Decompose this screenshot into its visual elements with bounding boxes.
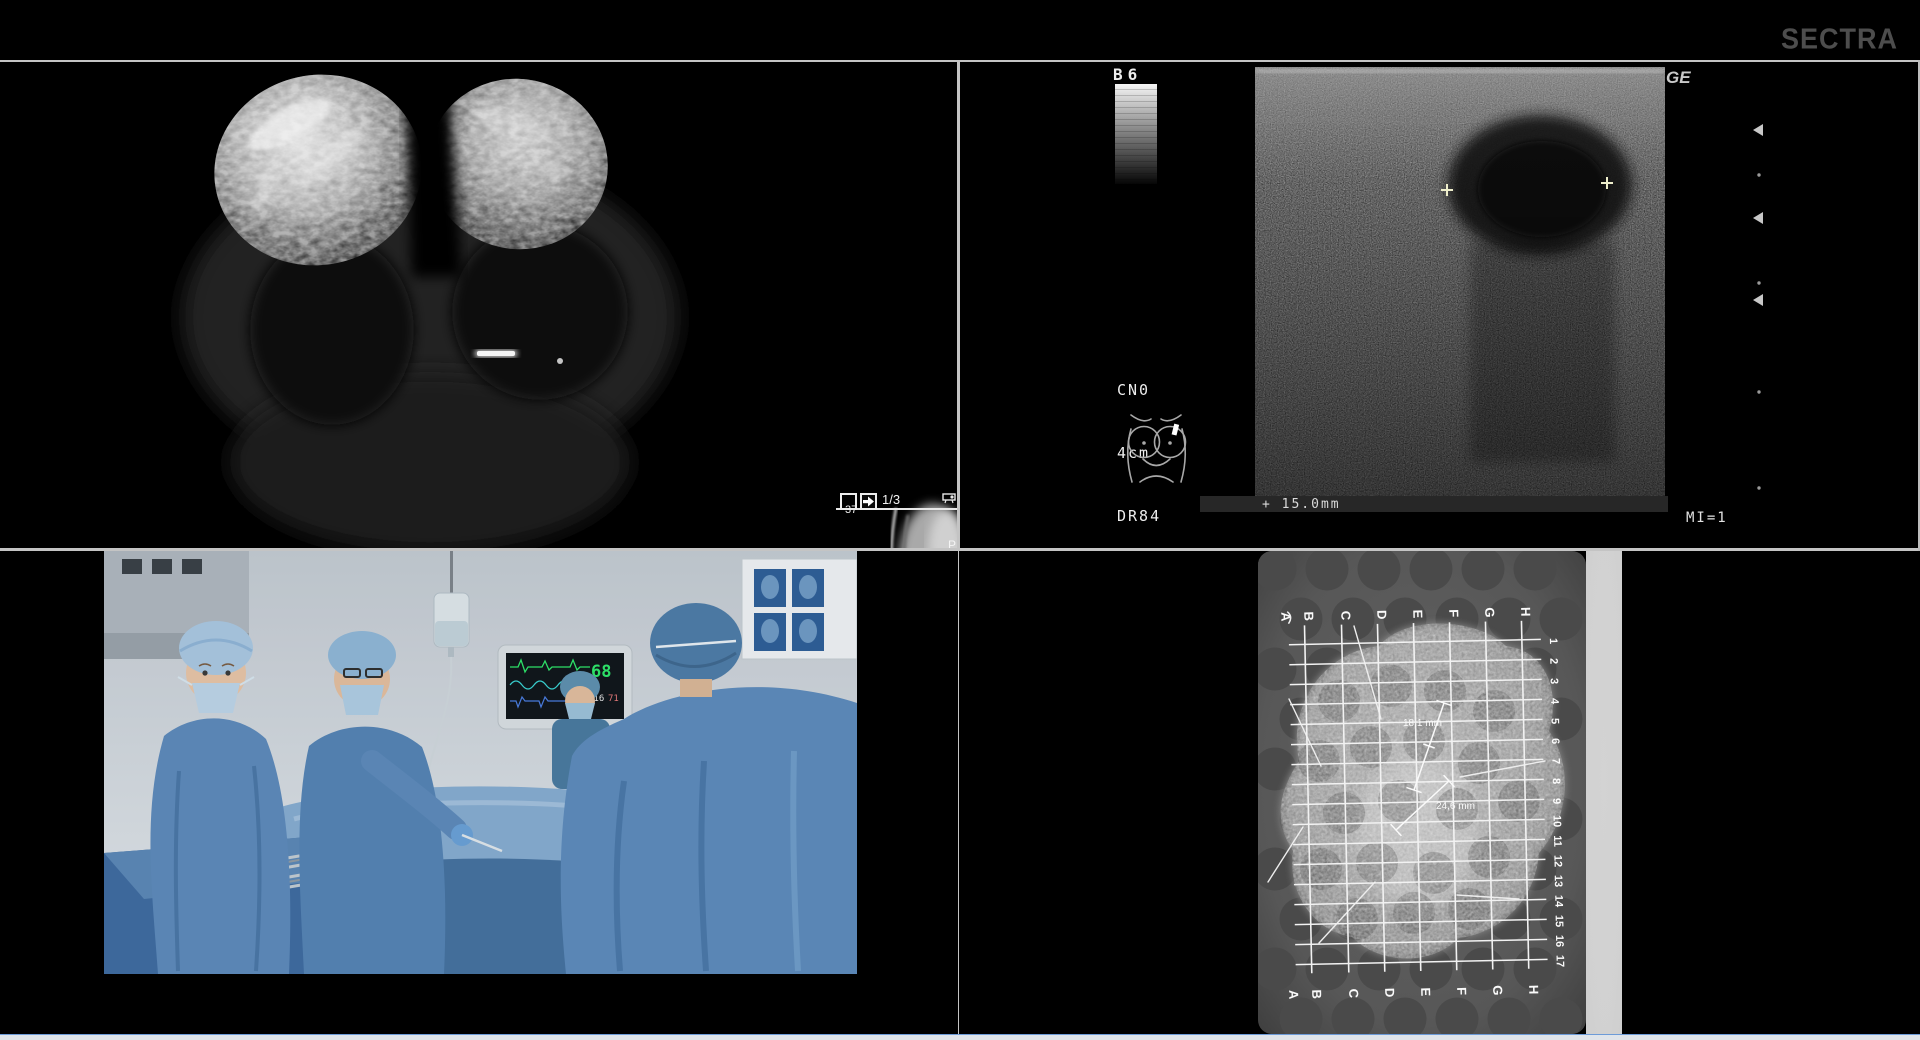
- grid-row-label: 3: [1548, 678, 1560, 684]
- top-bar: SECTRA: [0, 0, 1920, 60]
- grid-row-label: 8: [1550, 778, 1562, 784]
- grid-row-label: 5: [1549, 718, 1561, 724]
- grid-column-label: H: [1526, 985, 1541, 995]
- window-bottom-edge: [0, 1034, 1920, 1040]
- grid-column-label: E: [1418, 987, 1433, 996]
- grid-row-label: 1: [1547, 638, 1559, 644]
- grid-column-label: F: [1446, 609, 1461, 617]
- grid-row-label: 11: [1551, 835, 1563, 847]
- us-param-line: CN0: [1117, 380, 1183, 401]
- grid-column-label: D: [1382, 988, 1397, 998]
- grid-row-label: 10: [1551, 815, 1563, 827]
- us-grayscale-bar: [1115, 84, 1157, 184]
- grid-row-label: 9: [1550, 798, 1562, 804]
- depth-scale-markers: [1750, 62, 1770, 502]
- grid-row-label: 16: [1553, 935, 1565, 947]
- orientation-label-p: P: [948, 538, 956, 548]
- grid-row-label: 14: [1552, 895, 1564, 908]
- vendor-logo: GE: [1666, 68, 1691, 88]
- grid-row-label: 12: [1551, 855, 1563, 867]
- ultrasound-viewport[interactable]: B6 CN0 4cm DR84 G 42: [960, 62, 1918, 548]
- grid-column-label: A: [1286, 990, 1301, 1000]
- grid-row-label: 2: [1547, 658, 1559, 664]
- grid-column-label: E: [1410, 609, 1425, 618]
- us-depth-measurement: + 15.0mm: [1262, 497, 1341, 512]
- video-viewport[interactable]: 68 116 71: [0, 551, 958, 1034]
- us-preset-label: B6: [1113, 65, 1142, 84]
- navigator-next-button[interactable]: [860, 493, 877, 510]
- specimen-measurement-1: 18,1 mm: [1403, 718, 1442, 729]
- sectra-logo: SECTRA: [1781, 23, 1898, 56]
- grid-column-label: H: [1518, 607, 1533, 617]
- pacs-workstation: SECTRA: [0, 0, 1920, 1040]
- grid-row-label: 17: [1553, 955, 1565, 967]
- us-measurement-strip: + 15.0mm: [1200, 496, 1668, 512]
- mri-viewport[interactable]: 1/3 37 P F: [0, 62, 957, 548]
- grid-column-label: D: [1374, 610, 1389, 620]
- grid-row-label: 6: [1549, 738, 1561, 744]
- us-param-line: DR84: [1117, 506, 1183, 527]
- mri-image: [0, 62, 957, 548]
- grid-row-label: 13: [1552, 875, 1564, 887]
- body-mark-icon: [1116, 412, 1194, 486]
- cine-stack-icon[interactable]: [942, 492, 956, 504]
- navigator-counter: 1/3: [882, 492, 900, 507]
- specimen-viewport[interactable]: AABBCCDDEEFFGGHH123456789101112131415161…: [959, 551, 1920, 1034]
- grid-row-label: 15: [1553, 915, 1565, 927]
- slice-navigator[interactable]: 1/3 37 P F: [836, 490, 957, 548]
- grid-column-label: F: [1454, 987, 1469, 995]
- arrow-right-icon: [862, 495, 875, 508]
- us-mechanical-index: MI=1: [1686, 510, 1728, 526]
- grid-column-label: C: [1338, 611, 1353, 621]
- navigator-slice-number: 37: [845, 504, 857, 516]
- video-frame[interactable]: 68 116 71: [104, 551, 857, 974]
- grid-column-label: G: [1482, 607, 1497, 617]
- specimen-image: AABBCCDDEEFFGGHH123456789101112131415161…: [959, 551, 1920, 1034]
- grid-column-label: C: [1346, 989, 1361, 999]
- grid-row-label: 7: [1549, 758, 1561, 764]
- grid-column-label: B: [1301, 611, 1316, 621]
- grid-column-label: G: [1490, 985, 1505, 995]
- specimen-measurement-2: 24,6 mm: [1436, 801, 1475, 812]
- grid-column-label: B: [1309, 989, 1324, 999]
- us-image[interactable]: [1255, 67, 1665, 496]
